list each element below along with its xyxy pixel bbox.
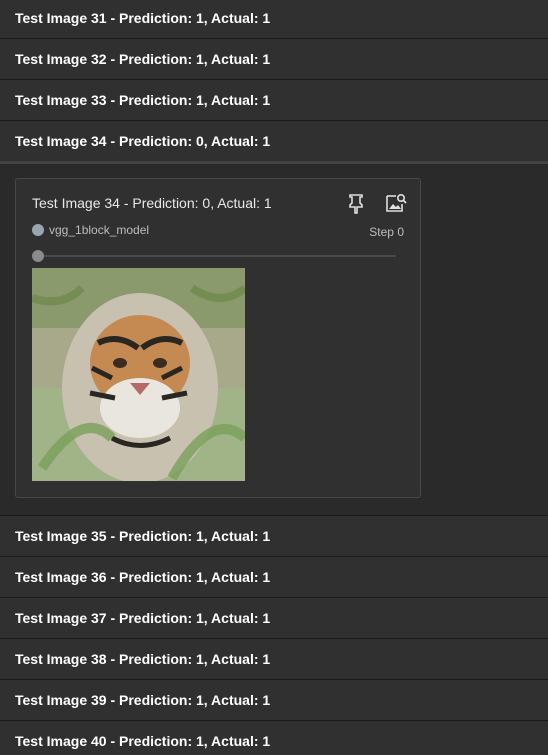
- run-color-dot: [32, 224, 44, 236]
- list-row[interactable]: Test Image 35 - Prediction: 1, Actual: 1: [0, 516, 548, 557]
- tiger-image: [32, 268, 245, 481]
- step-slider-track[interactable]: [38, 255, 396, 257]
- list-row[interactable]: Test Image 38 - Prediction: 1, Actual: 1: [0, 639, 548, 680]
- pin-icon[interactable]: [344, 191, 368, 215]
- image-search-icon[interactable]: [384, 191, 408, 215]
- run-name: vgg_1block_model: [49, 223, 150, 237]
- step-slider-thumb[interactable]: [32, 250, 44, 262]
- image-card: Test Image 34 - Prediction: 0, Actual: 1…: [15, 178, 421, 498]
- list-row[interactable]: Test Image 32 - Prediction: 1, Actual: 1: [0, 39, 548, 80]
- image-list: Test Image 31 - Prediction: 1, Actual: 1…: [0, 0, 548, 755]
- run-indicator: vgg_1block_model: [32, 223, 149, 237]
- list-row[interactable]: Test Image 37 - Prediction: 1, Actual: 1: [0, 598, 548, 639]
- card-title: Test Image 34 - Prediction: 0, Actual: 1: [32, 195, 272, 211]
- list-row[interactable]: Test Image 39 - Prediction: 1, Actual: 1: [0, 680, 548, 721]
- list-row[interactable]: Test Image 36 - Prediction: 1, Actual: 1: [0, 557, 548, 598]
- list-row[interactable]: Test Image 31 - Prediction: 1, Actual: 1: [0, 0, 548, 39]
- expanded-panel: Test Image 34 - Prediction: 0, Actual: 1…: [0, 164, 548, 516]
- list-row[interactable]: Test Image 33 - Prediction: 1, Actual: 1: [0, 80, 548, 121]
- list-row-expanded[interactable]: Test Image 34 - Prediction: 0, Actual: 1: [0, 121, 548, 164]
- step-label: Step 0: [369, 225, 404, 239]
- list-row[interactable]: Test Image 40 - Prediction: 1, Actual: 1: [0, 721, 548, 755]
